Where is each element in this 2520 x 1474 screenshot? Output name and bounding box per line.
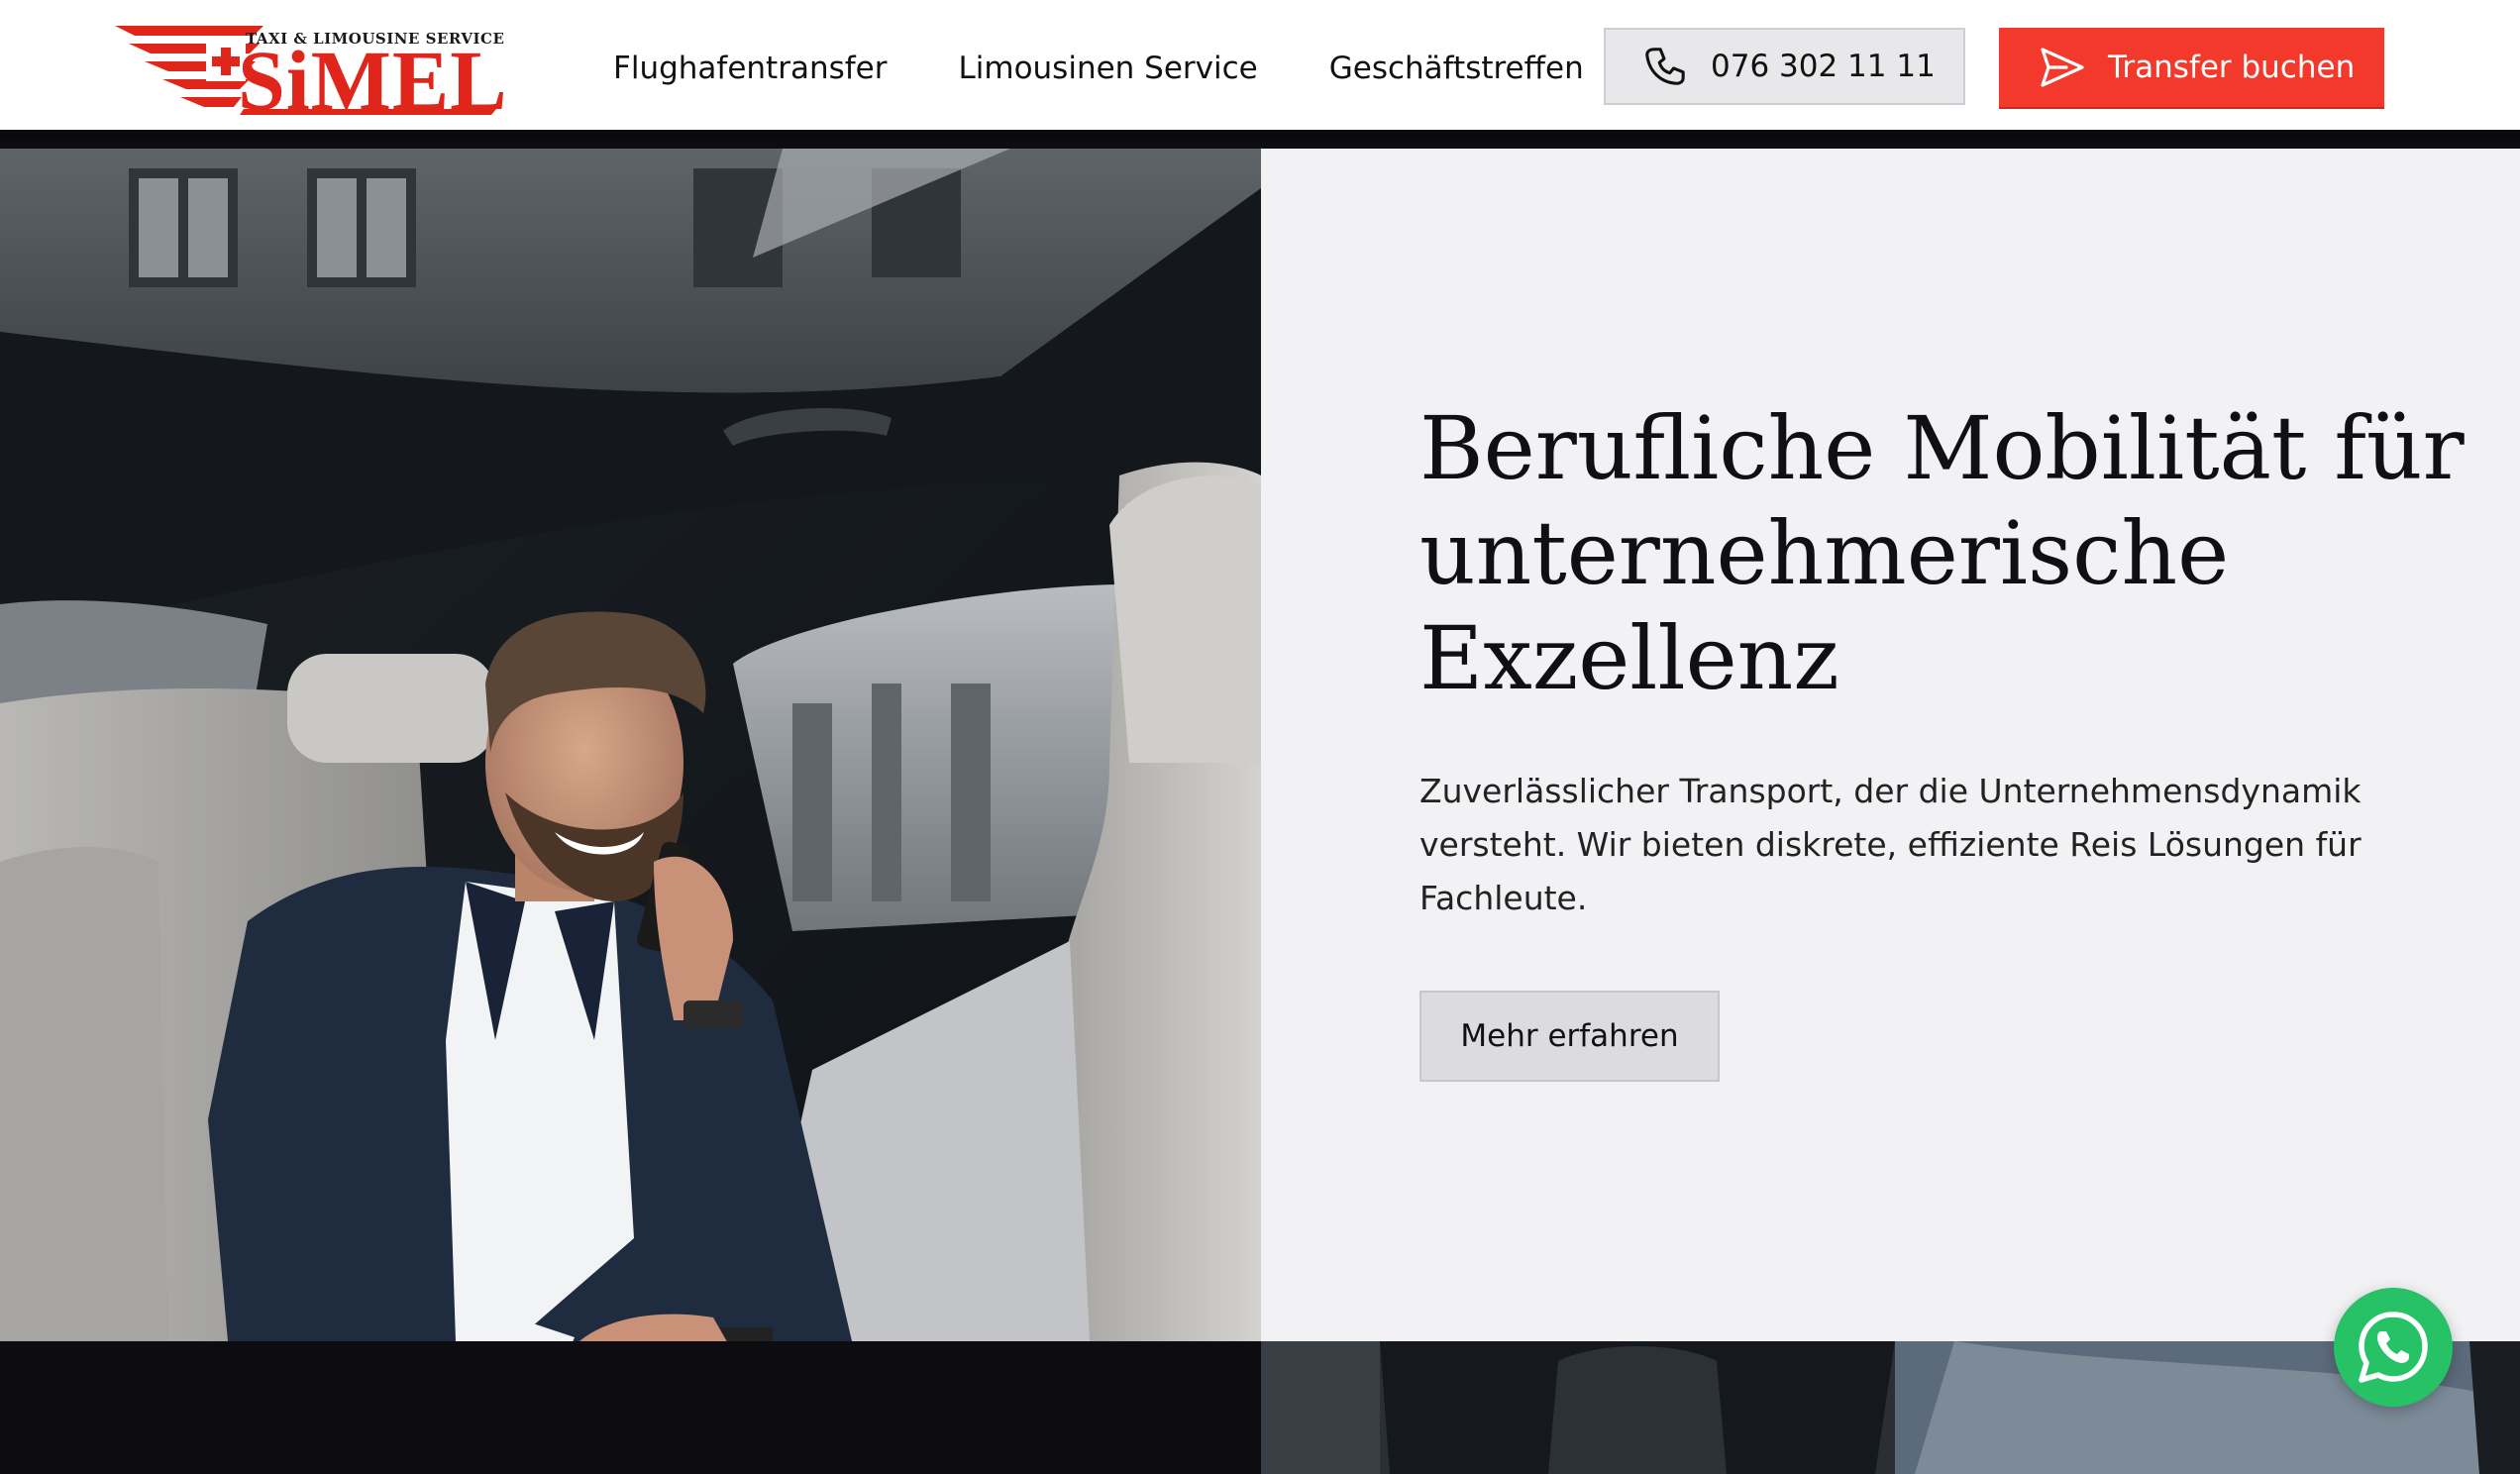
whatsapp-icon <box>2359 1312 2428 1383</box>
send-icon <box>2041 48 2084 87</box>
next-section-dark-panel <box>0 1341 1261 1474</box>
logo[interactable]: TAXI & LIMOUSINE SERVICE SiMEL <box>115 22 507 123</box>
nav-item-limousinen-service[interactable]: Limousinen Service <box>958 44 1257 93</box>
hero-title: Berufliche Mobilität für unternehmerisch… <box>1419 397 2465 709</box>
hero-image-businessman-in-limousine <box>0 149 1261 1341</box>
whatsapp-button[interactable] <box>2334 1288 2453 1407</box>
hero-panel: Berufliche Mobilität für unternehmerisch… <box>1261 149 2520 1341</box>
nav-item-flughafentransfer[interactable]: Flughafentransfer <box>613 44 887 93</box>
site-header: TAXI & LIMOUSINE SERVICE SiMEL Flughafen… <box>0 0 2520 139</box>
book-transfer-label: Transfer buchen <box>2108 50 2356 85</box>
book-transfer-button[interactable]: Transfer buchen <box>1999 28 2384 107</box>
nav-item-geschaeftstreffen[interactable]: Geschäftstreffen <box>1329 44 1584 93</box>
logo-wordmark: SiMEL <box>238 33 508 128</box>
next-section-image <box>1261 1341 2520 1474</box>
phone-button[interactable]: 076 302 11 11 <box>1604 28 1965 105</box>
phone-icon <box>1645 48 1685 85</box>
learn-more-button[interactable]: Mehr erfahren <box>1419 991 1720 1082</box>
main-nav: Flughafentransfer Limousinen Service Ges… <box>613 44 1655 93</box>
hero-description: Zuverlässlicher Transport, der die Unter… <box>1419 772 2362 917</box>
phone-number: 076 302 11 11 <box>1711 49 1936 84</box>
